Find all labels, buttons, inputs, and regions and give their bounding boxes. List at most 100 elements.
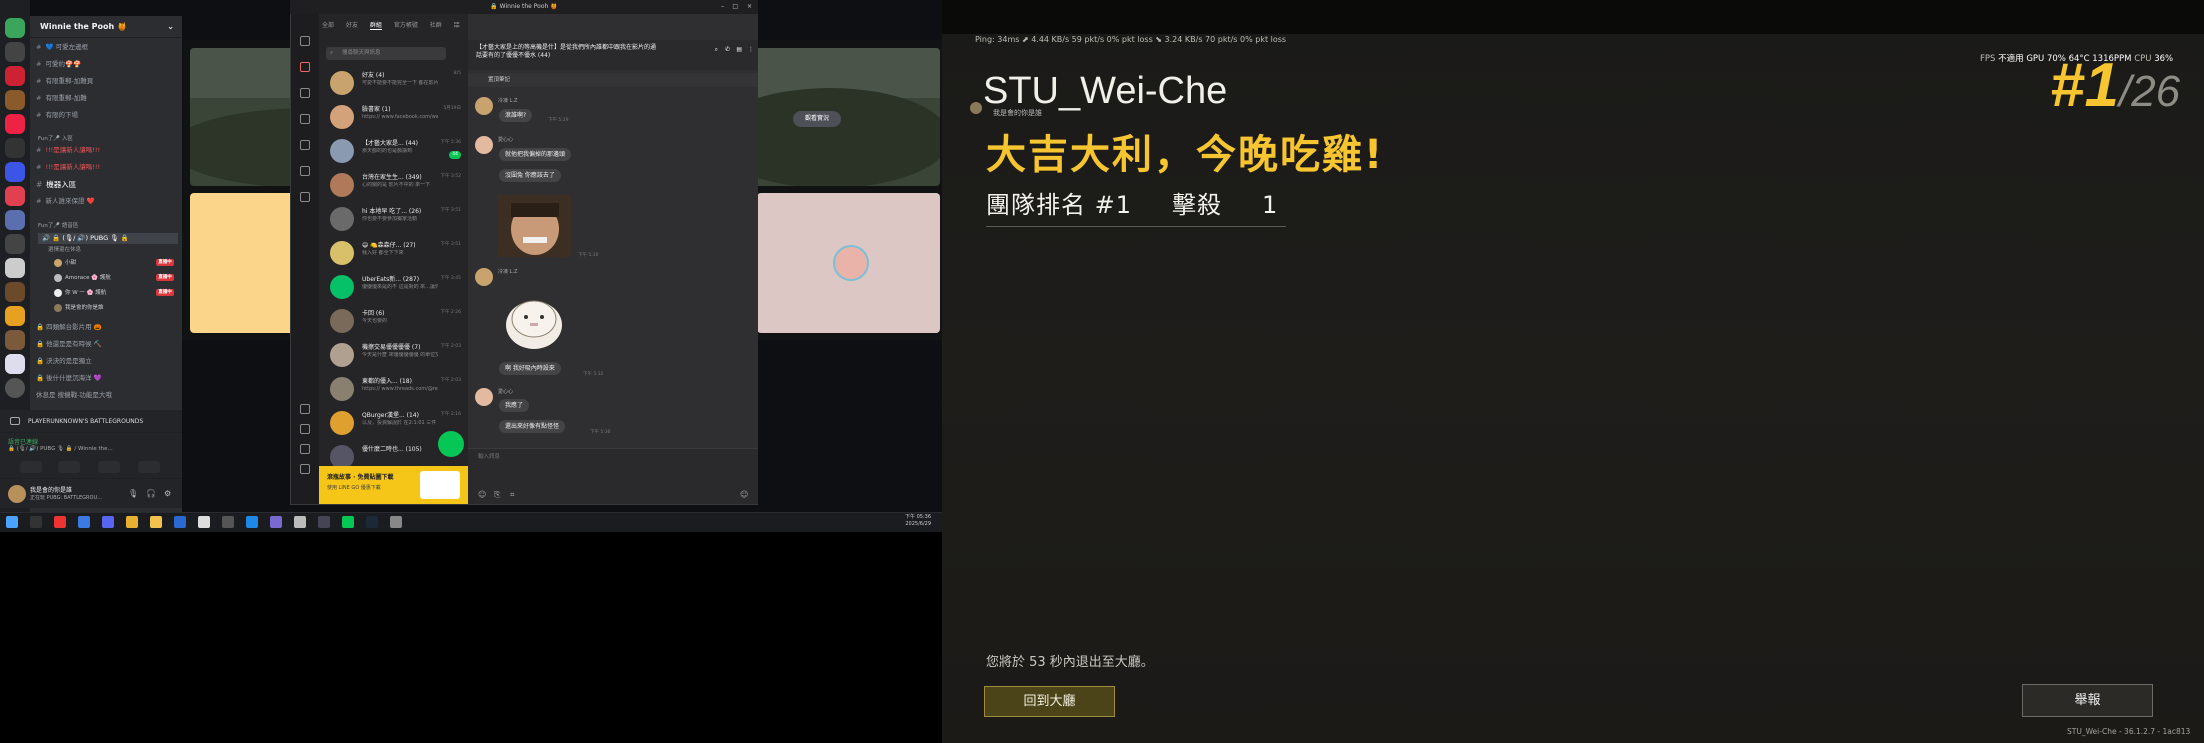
notes-icon[interactable]: ▤ (736, 46, 742, 54)
avatar[interactable] (8, 485, 26, 503)
server-icon-3[interactable] (5, 90, 25, 110)
server-icon-7[interactable] (5, 186, 25, 206)
server-icon-12[interactable] (5, 306, 25, 326)
channel-category[interactable]: Fun了🎤 入區 (38, 134, 73, 142)
headphones-icon[interactable]: 🎧 (146, 489, 156, 498)
tab[interactable]: 好友 (346, 22, 358, 29)
settings-icon[interactable] (300, 464, 310, 474)
message-bubble[interactable]: 就他把我偏掉的那邊頭 (499, 148, 572, 161)
voice-user[interactable]: Amorace 🌸 護航 (54, 273, 111, 282)
channel-item-selected[interactable]: # 機器入區 (36, 179, 76, 190)
message-bubble[interactable]: 沒圍兔 你應該去了 (499, 169, 561, 182)
chat-list-item[interactable]: 臉書家 (1) https:// www.facebook.com/wa... 5月… (322, 99, 467, 133)
chevron-down-icon[interactable]: ⌄ (167, 22, 174, 31)
camera-button[interactable] (20, 461, 42, 473)
app-icon[interactable] (174, 516, 186, 528)
file-explorer-icon[interactable] (150, 516, 162, 528)
tab[interactable]: 社群 (430, 22, 442, 29)
new-chat-button[interactable] (438, 431, 464, 457)
avatar[interactable] (475, 268, 493, 286)
message-bubble[interactable]: 啊 我好吸內時設來 (499, 362, 561, 375)
watch-stream-button[interactable]: 觀看實況 (793, 111, 841, 127)
channel-category[interactable]: Fun了🎤 語音區 (38, 221, 78, 229)
phone-icon[interactable]: ✆ (725, 46, 730, 54)
channel-item[interactable]: # !!!是讓新人讓嗎!!! (36, 145, 100, 156)
chat-list-item[interactable]: 卡回 (6) 今天也要的 下午 2:26 (322, 303, 467, 337)
pinned-bar[interactable]: 置頂筆記 (468, 73, 758, 87)
voice-channel[interactable]: 🔒 他還是是有時候 ⛏️ (36, 339, 102, 350)
soundboard-button[interactable] (138, 461, 160, 473)
server-icon-4[interactable] (5, 114, 25, 134)
channel-item[interactable]: # 有限重郵-加難頁 (36, 76, 93, 87)
server-icon-home[interactable] (5, 18, 25, 38)
app-icon[interactable] (54, 516, 66, 528)
friends-icon[interactable] (300, 36, 310, 46)
chat-list-item[interactable]: 😄 🍋森森仔... (27) 我入好 都全下下來 下午 3:51 (322, 235, 467, 269)
activities-button[interactable] (98, 461, 120, 473)
sticker-shop-icon[interactable] (300, 140, 310, 150)
voice-channel[interactable]: 🔒 決決的是是獨立 (36, 356, 92, 367)
minimize-icon[interactable]: – (721, 0, 724, 14)
channel-item[interactable]: # 有限的下場 (36, 110, 78, 121)
crop-icon[interactable] (300, 424, 310, 434)
chat-list-item[interactable]: UberEats新... (287)優優優來是的不 這是對的 來...讓你開也更… (322, 269, 467, 303)
voice-channel[interactable]: 🔒 後什什麼沉海洋 💜 (36, 373, 102, 384)
app-icon[interactable] (246, 516, 258, 528)
gear-icon[interactable]: ⚙ (164, 489, 171, 498)
app-icon[interactable] (78, 516, 90, 528)
chrome-taskbar-icon[interactable] (126, 516, 138, 528)
channel-item[interactable]: # 有限重郵-加難 (36, 93, 87, 104)
server-icon-6[interactable] (5, 162, 25, 182)
maximize-icon[interactable]: □ (732, 0, 738, 14)
channel-item[interactable]: # !!!是讓新人讓嗎!!! (36, 162, 100, 173)
keep-icon[interactable] (300, 404, 310, 414)
more-icon[interactable] (300, 192, 310, 202)
server-icon-11[interactable] (5, 282, 25, 302)
tab-active[interactable]: 群組 (369, 22, 382, 30)
voice-channel[interactable]: 🔒 四類解台影片用 🎃 (36, 322, 102, 333)
search-icon[interactable]: ⌕ (715, 46, 718, 54)
server-icon-1[interactable] (5, 42, 25, 62)
server-icon-2[interactable] (5, 66, 25, 86)
windows-start-icon[interactable] (6, 516, 18, 528)
message-bubble[interactable]: 滾誰啊? (499, 109, 533, 122)
chat-list-item[interactable]: hi 本地早 吃了... (26) 你也要不要參加獨家活動 下午 3:51 (322, 201, 467, 235)
tab[interactable]: 全部 (322, 22, 334, 29)
chat-list-item[interactable]: 【才藝大家是... (44) 那天都的的也是都講到 下午 5:36 44 (322, 133, 467, 167)
tab[interactable]: 官方帳號 (394, 22, 418, 29)
sticker-message[interactable] (500, 289, 568, 354)
app-icon[interactable] (294, 516, 306, 528)
calendar-icon[interactable] (300, 166, 310, 176)
line-taskbar-icon[interactable] (342, 516, 354, 528)
steam-taskbar-icon[interactable] (366, 516, 378, 528)
app-icon[interactable] (390, 516, 402, 528)
message-bubble[interactable]: 我應了 (499, 399, 530, 412)
tab[interactable]: 㗊 (454, 22, 460, 29)
avatar[interactable] (475, 388, 493, 406)
add-friend-icon[interactable] (300, 88, 310, 98)
stream-tile-user[interactable] (190, 193, 294, 333)
activity-bar[interactable]: PLAYERUNKNOWN'S BATTLEGROUNDS (0, 410, 182, 432)
server-header[interactable]: Winnie the Pooh 🍯 ⌄ (30, 16, 182, 38)
app-icon[interactable] (270, 516, 282, 528)
server-icon-5[interactable] (5, 138, 25, 158)
photo-message[interactable] (497, 195, 571, 257)
voice-user[interactable]: 你 W 一 🌸 護航 (54, 288, 106, 297)
chat-list-item[interactable]: 台灣在家生生... (349) 心的關的是 影片不中的 來一下 下午 3:52 (322, 167, 467, 201)
avatar[interactable] (475, 136, 493, 154)
emoji-icon[interactable]: ☺ (478, 490, 486, 499)
menu-icon[interactable]: ⋮ (748, 46, 754, 54)
screenshot-icon[interactable]: ⌗ (510, 490, 515, 500)
discord-taskbar-icon[interactable] (102, 516, 114, 528)
close-icon[interactable]: × (747, 0, 752, 14)
task-view-icon[interactable] (30, 516, 42, 528)
stream-tile-user[interactable] (757, 193, 940, 333)
server-icon-14[interactable] (5, 354, 25, 374)
voice-user[interactable]: 小甜 (54, 258, 76, 267)
screen-share-button[interactable] (58, 461, 80, 473)
app-icon[interactable] (222, 516, 234, 528)
voice-user[interactable]: 我是會的你是誰 (54, 303, 104, 312)
server-icon-10[interactable] (5, 258, 25, 278)
microphone-icon[interactable]: 🎙 (128, 489, 138, 498)
return-to-lobby-button[interactable]: 回到大廳 (984, 686, 1115, 717)
